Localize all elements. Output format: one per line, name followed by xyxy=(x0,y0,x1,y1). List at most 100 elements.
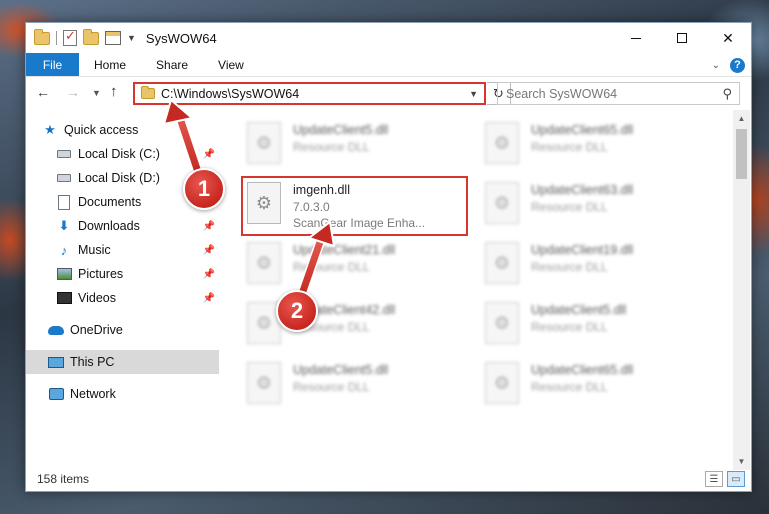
recent-locations-chevron-icon[interactable]: ▼ xyxy=(92,88,101,98)
maximize-button[interactable] xyxy=(659,23,705,53)
large-icons-view-icon[interactable]: ▭ xyxy=(727,471,745,487)
dll-file-icon: ⚙ xyxy=(485,302,519,344)
pin-icon[interactable]: 📌 xyxy=(203,245,215,256)
item-count: 158 items xyxy=(37,472,90,486)
file-description: Resource DLL xyxy=(531,200,608,214)
file-description: Resource DLL xyxy=(293,140,370,154)
dll-file-icon: ⚙ xyxy=(247,182,281,224)
back-arrow-icon[interactable]: ← xyxy=(36,84,50,100)
toolbar-divider xyxy=(56,31,57,45)
details-view-icon[interactable]: ☰ xyxy=(705,471,723,487)
window-controls: ✕ xyxy=(613,23,751,53)
expand-ribbon-chevron-icon[interactable]: ⌄ xyxy=(712,60,720,71)
file-tile[interactable]: ⚙ UpdateClient5.dll Resource DLL xyxy=(233,358,458,418)
pin-icon[interactable]: 📌 xyxy=(203,293,215,304)
file-name: UpdateClient21.dll xyxy=(293,243,396,257)
scroll-thumb[interactable] xyxy=(736,129,747,179)
drive-icon xyxy=(56,170,72,186)
file-description: Resource DLL xyxy=(293,260,370,274)
file-tile-imgenh[interactable]: ⚙ imgenh.dll 7.0.3.0 ScanGear Image Enha… xyxy=(233,176,468,238)
customize-toolbar-dropdown-icon[interactable]: ▼ xyxy=(127,33,136,43)
vertical-scrollbar[interactable]: ▲ ▼ xyxy=(733,110,750,470)
close-button[interactable]: ✕ xyxy=(705,23,751,53)
ribbon-right: ⌄ ? xyxy=(712,53,751,77)
pin-icon[interactable]: 📌 xyxy=(203,221,215,232)
forward-arrow-icon[interactable]: → xyxy=(66,84,80,100)
nav-item-label: This PC xyxy=(70,355,115,369)
title-bar: ▼ SysWOW64 ✕ xyxy=(26,23,751,53)
nav-item-this-pc[interactable]: This PC xyxy=(26,350,219,374)
pin-icon[interactable]: 📌 xyxy=(203,269,215,280)
file-description: Resource DLL xyxy=(531,260,608,274)
picture-icon xyxy=(56,266,72,282)
help-icon[interactable]: ? xyxy=(730,57,745,73)
nav-item-onedrive[interactable]: OneDrive xyxy=(26,318,219,342)
cloud-icon xyxy=(48,322,64,338)
tab-file[interactable]: File xyxy=(26,53,79,76)
computer-icon xyxy=(48,354,64,370)
up-arrow-icon[interactable]: ↑ xyxy=(110,83,118,100)
search-icon[interactable]: ⚲ xyxy=(722,86,732,102)
star-icon: ★ xyxy=(44,122,56,137)
dll-file-icon: ⚙ xyxy=(247,242,281,284)
tab-home[interactable]: Home xyxy=(79,53,141,76)
close-icon: ✕ xyxy=(722,29,734,46)
file-description: Resource DLL xyxy=(293,380,370,394)
file-tile[interactable]: ⚙ UpdateClient42.dll Resource DLL xyxy=(233,298,458,358)
dll-file-icon: ⚙ xyxy=(485,242,519,284)
scroll-up-arrow-icon[interactable]: ▲ xyxy=(733,110,750,127)
view-switcher: ☰ ▭ xyxy=(705,471,745,487)
file-description: ScanGear Image Enha... xyxy=(293,216,426,230)
address-dropdown-icon[interactable]: ▼ xyxy=(469,89,478,99)
address-path[interactable]: C:\Windows\SysWOW64 xyxy=(161,87,469,101)
drive-icon xyxy=(56,146,72,162)
minimize-button[interactable] xyxy=(613,23,659,53)
file-tile[interactable]: ⚙ UpdateClient65.dll Resource DLL xyxy=(471,118,696,178)
tab-view[interactable]: View xyxy=(203,53,259,76)
address-bar[interactable]: C:\Windows\SysWOW64 ▼ xyxy=(133,82,486,105)
nav-item-local-disk-c[interactable]: Local Disk (C:) 📌 xyxy=(26,142,219,166)
nav-item-quick-access[interactable]: ★ Quick access xyxy=(26,118,219,142)
nav-item-network[interactable]: Network xyxy=(26,382,219,406)
search-box[interactable]: Search SysWOW64 ⚲ xyxy=(497,82,740,105)
file-tile[interactable]: ⚙ UpdateClient65.dll Resource DLL xyxy=(471,358,696,418)
dll-file-icon: ⚙ xyxy=(247,362,281,404)
step-1-callout: 1 xyxy=(183,168,225,210)
file-tile[interactable]: ⚙ UpdateClient5.dll Resource DLL xyxy=(471,298,696,358)
dll-file-icon: ⚙ xyxy=(485,122,519,164)
tab-share[interactable]: Share xyxy=(141,53,203,76)
nav-item-label: Music xyxy=(78,243,111,257)
search-input[interactable]: Search SysWOW64 xyxy=(506,87,617,101)
nav-item-downloads[interactable]: ⬇ Downloads 📌 xyxy=(26,214,219,238)
video-icon xyxy=(56,290,72,306)
new-folder-icon[interactable] xyxy=(83,28,99,45)
minimize-icon xyxy=(631,37,641,39)
file-tile[interactable]: ⚙ UpdateClient63.dll Resource DLL xyxy=(471,178,696,238)
properties-icon[interactable] xyxy=(105,31,121,45)
nav-item-label: Local Disk (C:) xyxy=(78,147,160,161)
file-name: UpdateClient65.dll xyxy=(531,123,634,137)
pin-icon[interactable]: 📌 xyxy=(203,149,215,160)
file-name: imgenh.dll xyxy=(293,183,350,197)
file-tile[interactable]: ⚙ UpdateClient19.dll Resource DLL xyxy=(471,238,696,298)
document-icon xyxy=(56,194,72,210)
window-title: SysWOW64 xyxy=(145,30,217,46)
dll-file-icon: ⚙ xyxy=(485,182,519,224)
nav-item-videos[interactable]: Videos 📌 xyxy=(26,286,219,310)
dll-file-icon: ⚙ xyxy=(247,122,281,164)
dll-file-icon: ⚙ xyxy=(485,362,519,404)
file-description: Resource DLL xyxy=(531,140,608,154)
status-bar: 158 items ☰ ▭ xyxy=(26,467,751,491)
download-icon: ⬇ xyxy=(58,218,70,233)
nav-item-pictures[interactable]: Pictures 📌 xyxy=(26,262,219,286)
navigation-pane: ★ Quick access Local Disk (C:) 📌 Local D… xyxy=(26,118,219,468)
file-tile[interactable]: ⚙ UpdateClient21.dll Resource DLL xyxy=(233,238,458,298)
quick-access-toolbar: ▼ xyxy=(26,28,136,46)
file-name: UpdateClient5.dll xyxy=(293,363,389,377)
properties-check-icon[interactable] xyxy=(63,28,77,46)
file-name: UpdateClient19.dll xyxy=(531,243,634,257)
nav-item-label: Downloads xyxy=(78,219,140,233)
nav-item-label: Videos xyxy=(78,291,116,305)
nav-item-music[interactable]: ♪ Music 📌 xyxy=(26,238,219,262)
file-tile[interactable]: ⚙ UpdateClient5.dll Resource DLL xyxy=(233,118,458,178)
